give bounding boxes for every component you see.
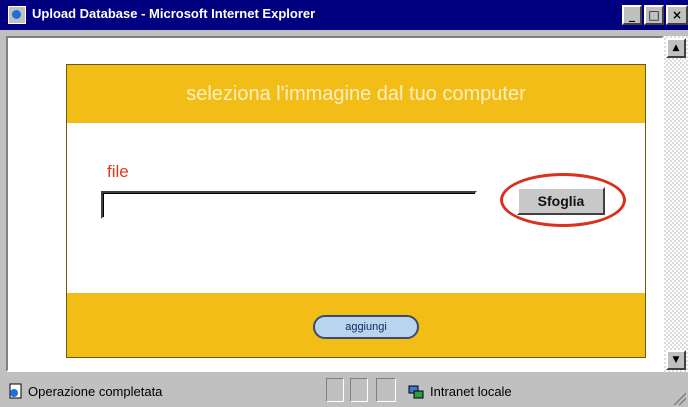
local-intranet-icon — [408, 385, 424, 399]
vertical-scrollbar[interactable] — [664, 36, 688, 372]
file-path-input[interactable] — [101, 191, 477, 219]
status-panel-empty-1 — [326, 378, 344, 402]
window-title: Upload Database - Microsoft Internet Exp… — [32, 6, 316, 21]
scroll-down-arrow-icon[interactable]: ▼ — [666, 350, 686, 370]
zone-text: Intranet locale — [430, 384, 512, 399]
maximize-button[interactable]: □ — [644, 5, 664, 25]
status-panel-empty-3 — [376, 378, 396, 402]
status-bar: Operazione completata Intranet locale — [0, 372, 688, 407]
status-panel-empty-2 — [350, 378, 368, 402]
add-button[interactable]: aggiungi — [313, 315, 419, 339]
file-label: file — [107, 162, 129, 181]
resize-grip-icon[interactable] — [672, 391, 686, 405]
upload-form-panel: seleziona l'immagine dal tuo computer fi… — [66, 64, 646, 358]
scroll-up-arrow-icon[interactable]: ▲ — [666, 38, 686, 58]
minimize-button[interactable]: _ — [622, 5, 642, 25]
browse-button[interactable]: Sfoglia — [517, 187, 605, 215]
close-button[interactable]: × — [666, 5, 688, 25]
status-text: Operazione completata — [28, 384, 163, 399]
form-heading: seleziona l'immagine dal tuo computer — [186, 83, 526, 105]
ie-page-icon — [8, 6, 26, 24]
done-page-icon — [9, 383, 22, 399]
form-header: seleziona l'immagine dal tuo computer — [67, 65, 645, 123]
title-bar[interactable]: Upload Database - Microsoft Internet Exp… — [0, 0, 688, 30]
